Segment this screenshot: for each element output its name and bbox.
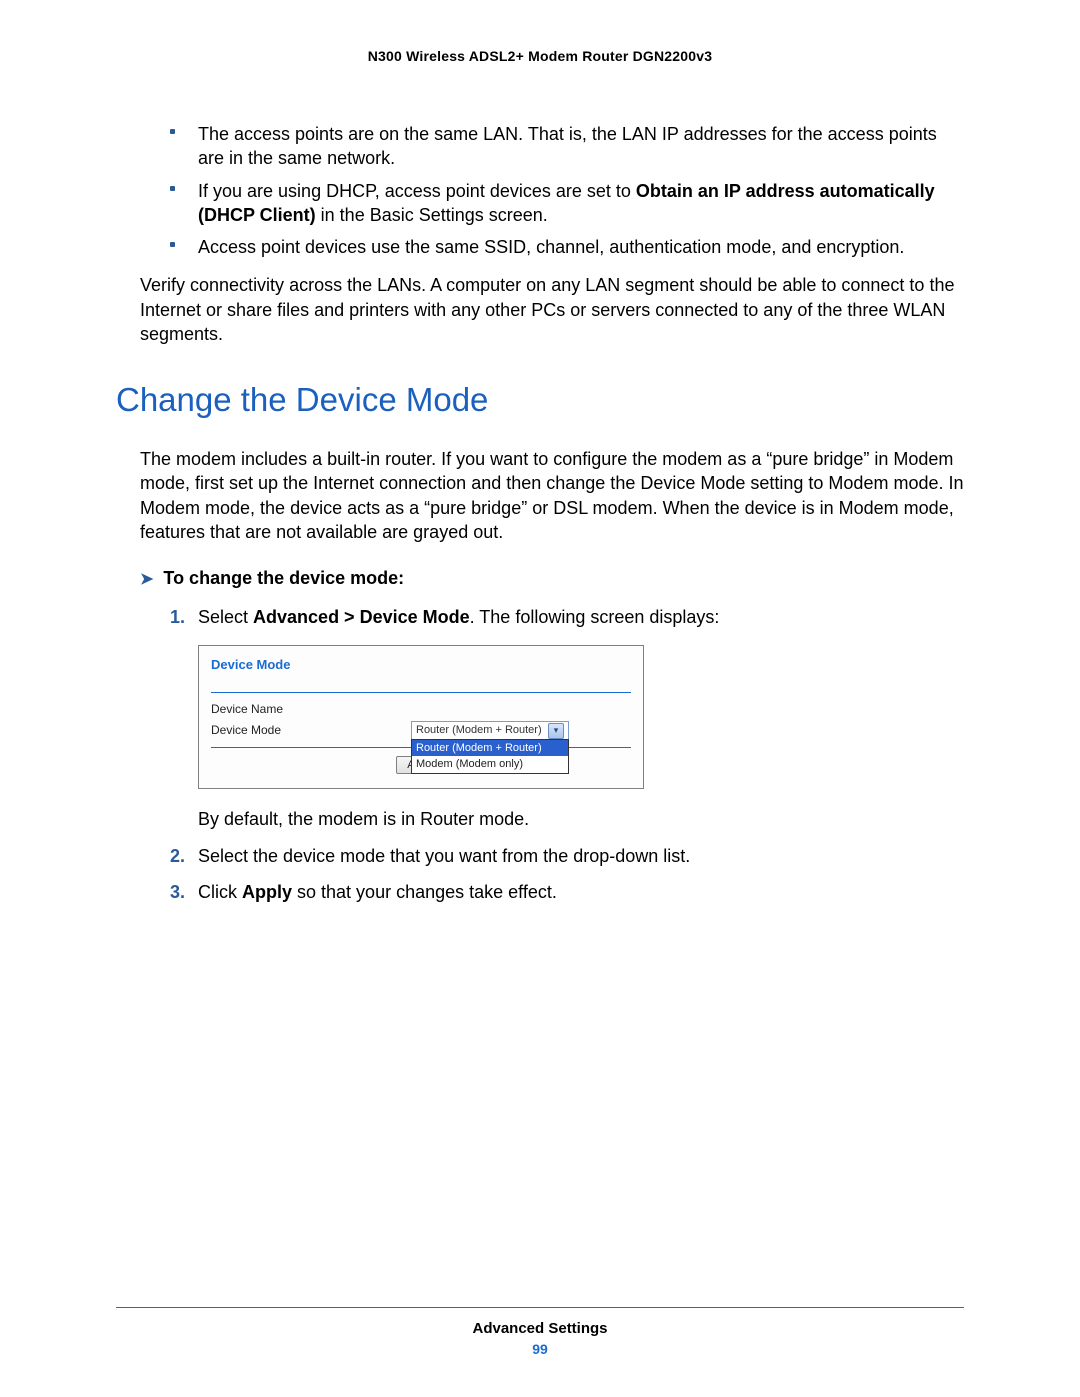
bullet-item: Access point devices use the same SSID, …	[170, 235, 964, 259]
step-text-pre: Click	[198, 882, 242, 902]
step-text-bold: Advanced > Device Mode	[253, 607, 470, 627]
bullet-icon	[170, 129, 175, 134]
steps-list: 1. Select Advanced > Device Mode. The fo…	[116, 605, 964, 905]
divider	[211, 692, 631, 693]
dropdown-option[interactable]: Router (Modem + Router)	[412, 740, 568, 757]
bullet-text: The access points are on the same LAN. T…	[198, 124, 937, 168]
bullet-item: The access points are on the same LAN. T…	[170, 122, 964, 171]
bullet-text: Access point devices use the same SSID, …	[198, 237, 904, 257]
step-item: 2. Select the device mode that you want …	[170, 844, 964, 868]
document-header: N300 Wireless ADSL2+ Modem Router DGN220…	[116, 48, 964, 64]
step-text: Select the device mode that you want fro…	[198, 846, 690, 866]
bullet-text-post: in the Basic Settings screen.	[316, 205, 548, 225]
step-item: 1. Select Advanced > Device Mode. The fo…	[170, 605, 964, 832]
dropdown-option[interactable]: Modem (Modem only)	[412, 756, 568, 773]
step-text-post: so that your changes take effect.	[292, 882, 557, 902]
step-note: By default, the modem is in Router mode.	[198, 807, 964, 831]
step-text-post: . The following screen displays:	[470, 607, 720, 627]
chevron-down-icon: ▾	[548, 723, 564, 739]
step-number: 1.	[170, 605, 185, 629]
device-name-row: Device Name	[211, 701, 631, 719]
device-mode-panel: Device Mode Device Name Device Mode Rout…	[198, 645, 644, 789]
device-mode-row: Device Mode Router (Modem + Router) ▾ Ro…	[211, 721, 631, 741]
task-label: To change the device mode:	[163, 568, 404, 588]
panel-title: Device Mode	[211, 656, 631, 674]
device-mode-label: Device Mode	[211, 722, 411, 738]
page-footer: Advanced Settings 99	[116, 1307, 964, 1357]
device-name-label: Device Name	[211, 701, 411, 717]
step-item: 3. Click Apply so that your changes take…	[170, 880, 964, 904]
device-mode-select[interactable]: Router (Modem + Router) ▾	[411, 721, 569, 741]
select-value: Router (Modem + Router)	[416, 723, 542, 738]
step-number: 2.	[170, 844, 185, 868]
task-heading: ➤ To change the device mode:	[116, 566, 964, 591]
chevron-right-icon: ➤	[140, 569, 153, 591]
verify-paragraph: Verify connectivity across the LANs. A c…	[116, 273, 964, 346]
footer-page-number: 99	[116, 1341, 964, 1357]
bullet-icon	[170, 242, 175, 247]
section-heading: Change the Device Mode	[116, 378, 964, 423]
step-text-bold: Apply	[242, 882, 292, 902]
footer-section: Advanced Settings	[116, 1320, 964, 1337]
device-mode-dropdown: Router (Modem + Router) Modem (Modem onl…	[411, 739, 569, 775]
bullet-text-pre: If you are using DHCP, access point devi…	[198, 181, 636, 201]
intro-paragraph: The modem includes a built-in router. If…	[116, 447, 964, 544]
step-text-pre: Select	[198, 607, 253, 627]
step-number: 3.	[170, 880, 185, 904]
bullet-icon	[170, 186, 175, 191]
bullet-list: The access points are on the same LAN. T…	[116, 122, 964, 259]
footer-divider	[116, 1307, 964, 1308]
bullet-item: If you are using DHCP, access point devi…	[170, 179, 964, 228]
